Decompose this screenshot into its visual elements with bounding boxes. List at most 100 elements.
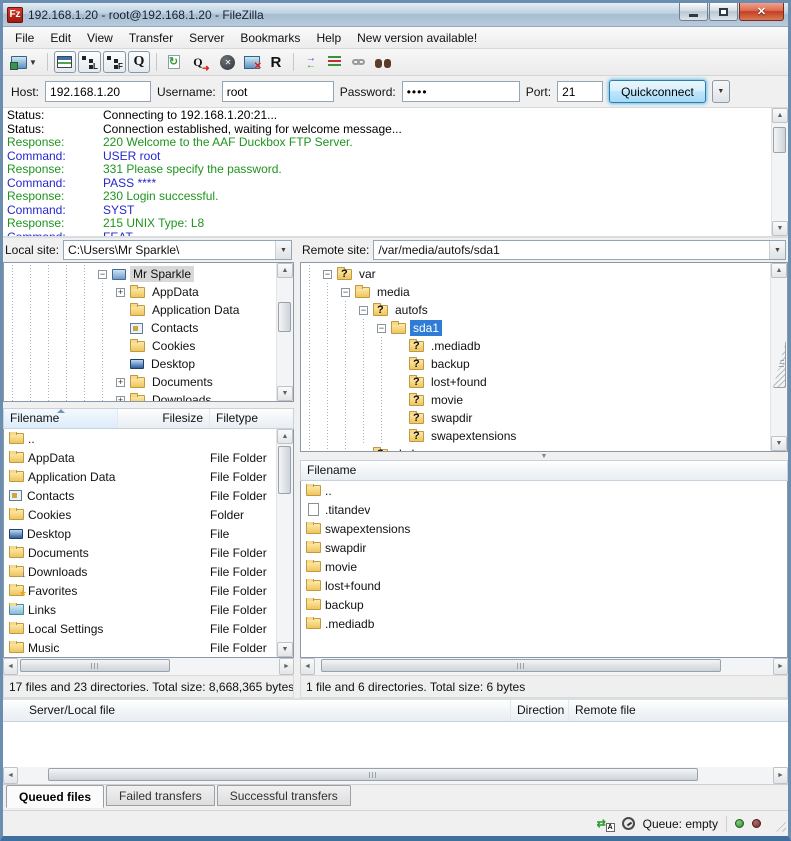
tree-item[interactable]: − autofs: [301, 301, 770, 319]
speed-limit-icon[interactable]: [622, 817, 635, 830]
file-row[interactable]: movie: [301, 557, 787, 576]
tree-expander[interactable]: −: [323, 270, 332, 279]
toggle-remote-tree-button[interactable]: F: [103, 51, 126, 73]
scroll-up-arrow[interactable]: ▲: [772, 108, 788, 123]
file-row[interactable]: Desktop File: [4, 524, 276, 543]
quickconnect-dropdown-button[interactable]: ▼: [712, 80, 730, 103]
column-header-direction[interactable]: Direction: [511, 700, 569, 721]
scroll-right-arrow[interactable]: ►: [279, 658, 294, 675]
file-row[interactable]: swapextensions: [301, 519, 787, 538]
column-header-filesize[interactable]: Filesize: [118, 409, 210, 428]
title-bar[interactable]: Fz 192.168.1.20 - root@192.168.1.20 - Fi…: [3, 3, 788, 27]
tree-expander[interactable]: −: [377, 324, 386, 333]
tree-item[interactable]: swapextensions: [301, 427, 770, 445]
tree-expander[interactable]: +: [116, 378, 125, 387]
scroll-right-arrow[interactable]: ►: [773, 658, 788, 675]
menu-item[interactable]: File: [7, 28, 42, 48]
column-header-filetype[interactable]: Filetype: [210, 409, 293, 428]
menu-item[interactable]: Server: [181, 28, 232, 48]
scroll-thumb[interactable]: [278, 446, 291, 494]
remote-panel-collapse-handle[interactable]: ▼: [300, 452, 788, 460]
local-horizontal-scrollbar[interactable]: ◄ ►: [3, 658, 294, 675]
tree-item[interactable]: Cookies: [4, 337, 276, 355]
host-input[interactable]: [45, 81, 151, 102]
scroll-down-arrow[interactable]: ▼: [277, 386, 293, 401]
tree-expander[interactable]: −: [359, 306, 368, 315]
chevron-down-icon[interactable]: ▼: [769, 241, 785, 259]
remote-site-combo[interactable]: /var/media/autofs/sda1 ▼: [373, 240, 786, 260]
scroll-thumb[interactable]: [278, 302, 291, 332]
password-input[interactable]: [402, 81, 520, 102]
find-files-button[interactable]: [372, 51, 394, 73]
file-row[interactable]: swapdir: [301, 538, 787, 557]
tree-item[interactable]: dvd: [301, 445, 770, 451]
column-header-filename[interactable]: Filename: [4, 409, 118, 428]
toggle-queue-button[interactable]: Q: [128, 51, 150, 73]
file-row[interactable]: Cookies Folder: [4, 505, 276, 524]
tree-item[interactable]: .mediadb: [301, 337, 770, 355]
scroll-thumb[interactable]: [20, 659, 170, 672]
menu-item[interactable]: Edit: [42, 28, 79, 48]
tree-item[interactable]: Application Data: [4, 301, 276, 319]
file-row[interactable]: Application Data File Folder: [4, 467, 276, 486]
toggle-local-tree-button[interactable]: L: [78, 51, 101, 73]
scroll-up-arrow[interactable]: ▲: [771, 263, 787, 278]
minimize-button[interactable]: [679, 3, 708, 21]
scroll-down-arrow[interactable]: ▼: [772, 221, 788, 236]
menu-item[interactable]: View: [79, 28, 121, 48]
tree-item[interactable]: − var: [301, 265, 770, 283]
scroll-left-arrow[interactable]: ◄: [300, 658, 315, 675]
tree-item[interactable]: lost+found: [301, 373, 770, 391]
scroll-thumb[interactable]: [773, 340, 786, 388]
process-queue-button[interactable]: Q: [187, 51, 209, 73]
menu-item[interactable]: Transfer: [121, 28, 181, 48]
file-row[interactable]: Local Settings File Folder: [4, 619, 276, 638]
scroll-right-arrow[interactable]: ►: [773, 767, 788, 784]
queue-tab[interactable]: Failed transfers: [106, 785, 215, 806]
file-row[interactable]: .titandev: [301, 500, 787, 519]
file-row[interactable]: backup: [301, 595, 787, 614]
scroll-thumb[interactable]: [48, 768, 698, 781]
scroll-left-arrow[interactable]: ◄: [3, 658, 18, 675]
scroll-up-arrow[interactable]: ▲: [277, 263, 293, 278]
directory-listing-button[interactable]: [324, 51, 346, 73]
menu-item[interactable]: Bookmarks: [232, 28, 308, 48]
tree-item[interactable]: + AppData: [4, 283, 276, 301]
tree-expander[interactable]: +: [116, 396, 125, 402]
column-header-remote-file[interactable]: Remote file: [569, 700, 788, 721]
file-row[interactable]: Links File Folder: [4, 600, 276, 619]
scroll-thumb[interactable]: [321, 659, 721, 672]
close-button[interactable]: ✕: [739, 3, 784, 21]
message-log-scrollbar[interactable]: ▲ ▼: [771, 108, 788, 236]
column-header-filename[interactable]: Filename: [301, 461, 787, 480]
site-manager-button[interactable]: ▼: [9, 51, 41, 73]
file-row[interactable]: Favorites File Folder: [4, 581, 276, 600]
tree-item[interactable]: − sda1: [301, 319, 770, 337]
tree-item[interactable]: + Downloads: [4, 391, 276, 401]
remote-horizontal-scrollbar[interactable]: ◄ ►: [300, 658, 788, 675]
refresh-button[interactable]: [163, 51, 185, 73]
chevron-down-icon[interactable]: ▼: [275, 241, 291, 259]
username-input[interactable]: [222, 81, 334, 102]
file-row[interactable]: .mediadb: [301, 614, 787, 633]
tree-item[interactable]: movie: [301, 391, 770, 409]
file-row[interactable]: Downloads File Folder: [4, 562, 276, 581]
scroll-thumb[interactable]: [773, 127, 786, 153]
tree-item[interactable]: − media: [301, 283, 770, 301]
scroll-up-arrow[interactable]: ▲: [277, 429, 293, 444]
tree-expander[interactable]: −: [341, 288, 350, 297]
tree-item[interactable]: Desktop: [4, 355, 276, 373]
local-list-scrollbar[interactable]: ▲ ▼: [276, 429, 293, 657]
tree-expander[interactable]: +: [116, 288, 125, 297]
reconnect-button[interactable]: R: [265, 51, 287, 73]
tree-item[interactable]: swapdir: [301, 409, 770, 427]
toggle-message-log-button[interactable]: [54, 51, 76, 73]
file-row[interactable]: Documents File Folder: [4, 543, 276, 562]
transfer-type-icon[interactable]: A: [598, 817, 614, 831]
local-tree-scrollbar[interactable]: ▲ ▼: [276, 263, 293, 401]
scroll-down-arrow[interactable]: ▼: [277, 642, 293, 657]
file-row[interactable]: AppData File Folder: [4, 448, 276, 467]
scroll-down-arrow[interactable]: ▼: [771, 436, 787, 451]
tree-item[interactable]: Contacts: [4, 319, 276, 337]
tree-expander[interactable]: −: [98, 270, 107, 279]
